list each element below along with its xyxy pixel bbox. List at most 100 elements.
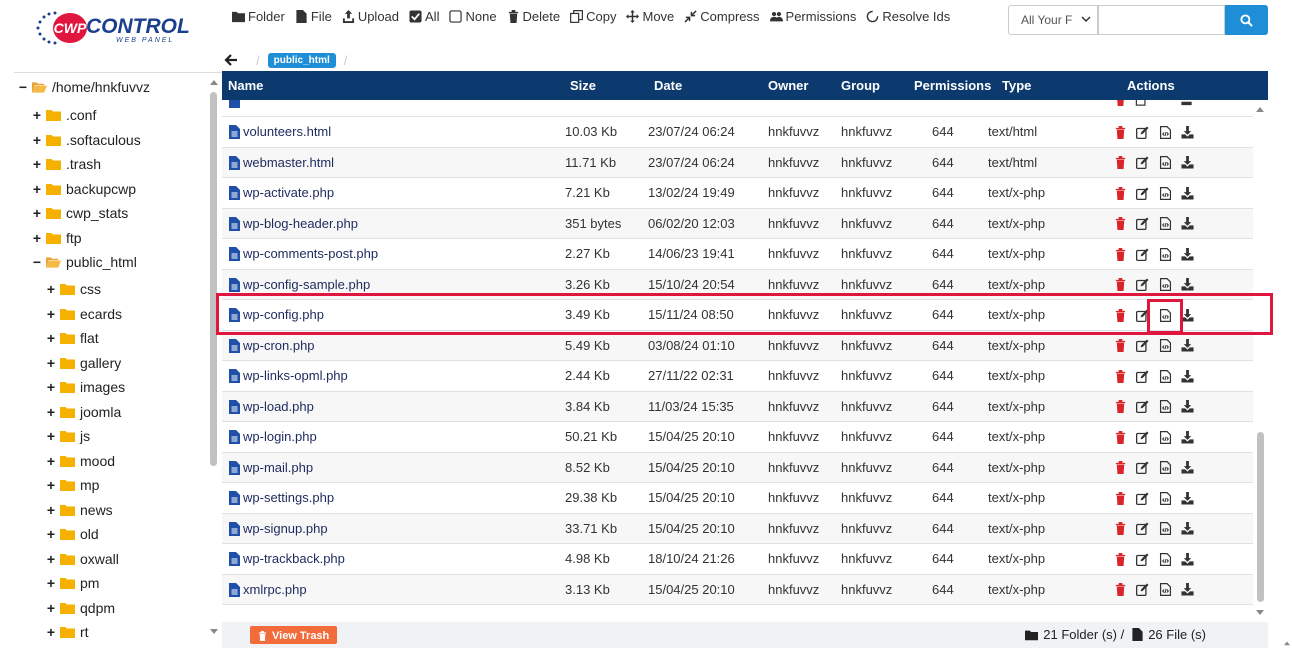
- collapse-icon[interactable]: −: [32, 254, 42, 270]
- edit-file-button[interactable]: [1135, 551, 1151, 567]
- new-file-button[interactable]: File: [295, 9, 332, 24]
- tree-item-public-html[interactable]: − public_html: [32, 252, 137, 272]
- expand-icon[interactable]: +: [32, 205, 42, 221]
- download-file-button[interactable]: [1180, 582, 1196, 598]
- file-name[interactable]: wp-mail.php: [243, 460, 313, 475]
- delete-file-button[interactable]: [1112, 155, 1128, 171]
- edit-file-button[interactable]: [1135, 429, 1151, 445]
- tree-subitem[interactable]: + joomla: [46, 402, 121, 422]
- file-permissions[interactable]: 644: [932, 124, 954, 139]
- tree-root[interactable]: − /home/hnkfuvvz: [18, 77, 150, 97]
- tree-item[interactable]: + cwp_stats: [32, 203, 128, 223]
- tree-subitem[interactable]: + mood: [46, 451, 115, 471]
- expand-icon[interactable]: +: [46, 624, 56, 640]
- file-permissions[interactable]: 644: [932, 155, 954, 170]
- file-name[interactable]: wp-activate.php: [243, 185, 334, 200]
- tree-subitem[interactable]: + ecards: [46, 304, 122, 324]
- expand-icon[interactable]: +: [46, 453, 56, 469]
- back-arrow-icon[interactable]: [224, 53, 238, 67]
- delete-file-button[interactable]: [1112, 185, 1128, 201]
- table-row[interactable]: wp-comments-post.php 2.27 Kb 14/06/23 19:4…: [222, 239, 1253, 270]
- expand-icon[interactable]: +: [46, 281, 56, 297]
- file-name[interactable]: webmaster.html: [243, 155, 334, 170]
- col-group-header[interactable]: Group: [841, 78, 880, 93]
- code-editor-button[interactable]: [1157, 582, 1173, 598]
- copy-button[interactable]: Copy: [570, 9, 616, 24]
- file-name[interactable]: wp-links-opml.php: [243, 368, 348, 383]
- tree-subitem[interactable]: + old: [46, 524, 99, 544]
- scroll-up-arrow[interactable]: [1255, 105, 1265, 113]
- tree-subitem[interactable]: + images: [46, 377, 125, 397]
- expand-icon[interactable]: +: [46, 575, 56, 591]
- download-file-button[interactable]: [1180, 185, 1196, 201]
- download-file-button[interactable]: [1180, 277, 1196, 293]
- tree-item[interactable]: + .softaculous: [32, 130, 141, 150]
- table-row[interactable]: wp-settings.php 29.38 Kb 15/04/25 20:10 hnk…: [222, 483, 1253, 514]
- delete-file-button[interactable]: [1112, 551, 1128, 567]
- delete-file-button[interactable]: [1112, 429, 1128, 445]
- tree-subitem[interactable]: + flat: [46, 328, 99, 348]
- delete-file-button[interactable]: [1112, 368, 1128, 384]
- code-editor-button[interactable]: [1157, 490, 1173, 506]
- delete-file-button[interactable]: [1112, 277, 1128, 293]
- expand-icon[interactable]: +: [32, 107, 42, 123]
- breadcrumb-current[interactable]: public_html: [267, 52, 336, 68]
- code-editor-button[interactable]: [1157, 185, 1173, 201]
- expand-icon[interactable]: +: [46, 306, 56, 322]
- new-folder-button[interactable]: Folder: [232, 9, 285, 24]
- edit-file-button[interactable]: [1135, 460, 1151, 476]
- download-file-button[interactable]: [1180, 155, 1196, 171]
- download-file-button[interactable]: [1180, 460, 1196, 476]
- file-name[interactable]: wp-load.php: [243, 399, 314, 414]
- file-name[interactable]: wp-config-sample.php: [243, 277, 370, 292]
- edit-file-button[interactable]: [1135, 399, 1151, 415]
- select-none-button[interactable]: None: [449, 9, 497, 24]
- delete-file-button[interactable]: [1112, 521, 1128, 537]
- table-row[interactable]: volunteers.html 10.03 Kb 23/07/24 06:24 hnk…: [222, 117, 1253, 148]
- edit-file-button[interactable]: [1135, 155, 1151, 171]
- tree-item[interactable]: + ftp: [32, 228, 82, 248]
- delete-file-button[interactable]: [1112, 460, 1128, 476]
- sidebar-scrollbar-thumb[interactable]: [210, 92, 217, 466]
- file-permissions[interactable]: 644: [932, 277, 954, 292]
- edit-file-button[interactable]: [1135, 185, 1151, 201]
- delete-file-button[interactable]: [1112, 338, 1128, 354]
- delete-file-button[interactable]: [1112, 246, 1128, 262]
- col-name-header[interactable]: Name: [228, 78, 263, 93]
- edit-file-button[interactable]: [1135, 246, 1151, 262]
- file-permissions[interactable]: 644: [932, 246, 954, 261]
- download-file-button[interactable]: [1180, 216, 1196, 232]
- file-permissions[interactable]: 644: [932, 399, 954, 414]
- edit-file-button[interactable]: [1135, 216, 1151, 232]
- table-row[interactable]: xmlrpc.php 3.13 Kb 15/04/25 20:10 hnkfuvvz h…: [222, 574, 1253, 605]
- expand-icon[interactable]: +: [32, 181, 42, 197]
- file-name[interactable]: xmlrpc.php: [243, 582, 307, 597]
- search-input[interactable]: [1098, 5, 1225, 35]
- edit-file-button[interactable]: [1135, 277, 1151, 293]
- table-row[interactable]: wp-mail.php 8.52 Kb 15/04/25 20:10 hnkfuvvz…: [222, 452, 1253, 483]
- expand-icon[interactable]: +: [32, 230, 42, 246]
- expand-icon[interactable]: +: [46, 526, 56, 542]
- expand-icon[interactable]: +: [46, 551, 56, 567]
- col-owner-header[interactable]: Owner: [768, 78, 808, 93]
- tree-subitem[interactable]: + rt: [46, 622, 89, 642]
- table-row[interactable]: wp-login.php 50.21 Kb 15/04/25 20:10 hnkfuv…: [222, 422, 1253, 453]
- compress-button[interactable]: Compress: [684, 9, 760, 24]
- search-scope-select[interactable]: All Your F: [1008, 5, 1098, 35]
- code-editor-button[interactable]: [1157, 246, 1173, 262]
- file-name[interactable]: wp-settings.php: [243, 490, 334, 505]
- code-editor-button[interactable]: [1157, 521, 1173, 537]
- code-editor-button[interactable]: [1157, 460, 1173, 476]
- expand-icon[interactable]: +: [46, 477, 56, 493]
- file-permissions[interactable]: 644: [932, 521, 954, 536]
- scroll-up-arrow[interactable]: [209, 78, 219, 86]
- file-permissions[interactable]: 644: [932, 368, 954, 383]
- table-row[interactable]: wp-cron.php 5.49 Kb 03/08/24 01:10 hnkfuvvz…: [222, 330, 1253, 361]
- file-name[interactable]: wp-comments-post.php: [243, 246, 378, 261]
- view-trash-button[interactable]: View Trash: [250, 626, 338, 644]
- file-name[interactable]: wp-trackback.php: [243, 551, 345, 566]
- table-row[interactable]: wp-load.php 3.84 Kb 11/03/24 15:35 hnkfuvvz…: [222, 391, 1253, 422]
- tree-subitem[interactable]: + mp: [46, 475, 100, 495]
- file-name[interactable]: wp-login.php: [243, 429, 317, 444]
- delete-button[interactable]: Delete: [507, 9, 560, 24]
